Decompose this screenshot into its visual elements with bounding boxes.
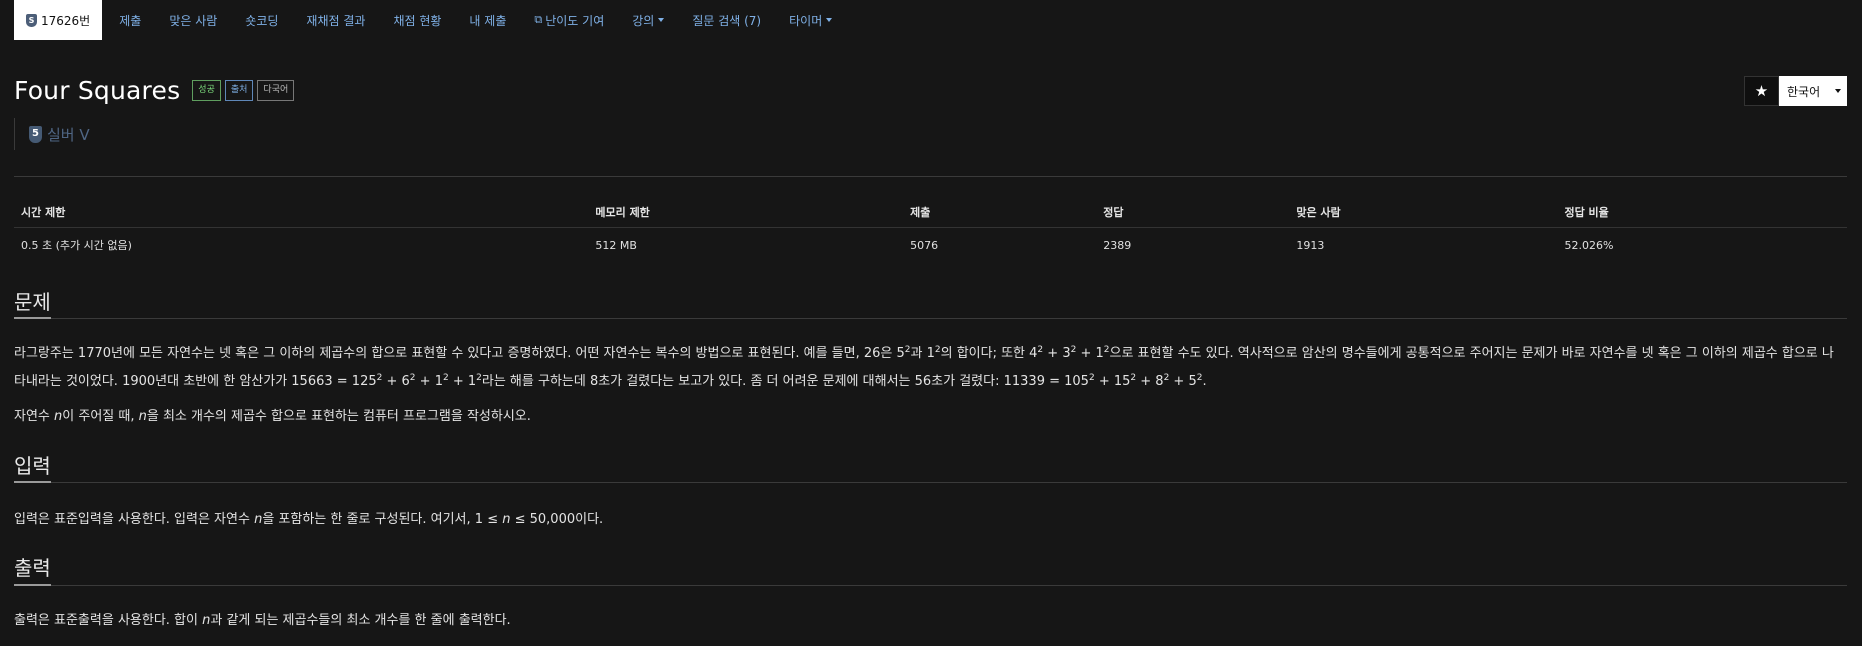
section-heading-problem: 문제 bbox=[14, 290, 51, 314]
nav-difficulty-label: 난이도 기여 bbox=[545, 13, 605, 28]
accept-ratio-value: 52.026% bbox=[1564, 238, 1614, 252]
col-memory-limit: 메모리 제한 bbox=[588, 198, 904, 228]
table-header-row: 시간 제한 메모리 제한 제출 정답 맞은 사람 정답 비율 bbox=[14, 198, 1847, 228]
tier-badge-icon: 5 bbox=[29, 125, 42, 143]
nav-question-search[interactable]: 질문 검색 (7) bbox=[692, 12, 761, 29]
memory-limit-value: 512 MB bbox=[595, 238, 637, 252]
section-heading-input: 입력 bbox=[14, 454, 51, 478]
nav-short-coding[interactable]: 숏코딩 bbox=[245, 12, 278, 29]
text: 과 1 bbox=[910, 346, 935, 361]
section-divider bbox=[14, 318, 1847, 319]
text: 이 주어질 때, bbox=[62, 409, 139, 424]
nav-rejudge-results[interactable]: 재채점 결과 bbox=[306, 12, 365, 29]
nav-solved-users[interactable]: 맞은 사람 bbox=[169, 12, 217, 29]
tier-label: 실버 V bbox=[47, 125, 90, 144]
problem-description: 라그랑주는 1770년에 모든 자연수는 넷 혹은 그 이하의 제곱수의 합으로… bbox=[14, 340, 1844, 396]
label-source[interactable]: 출처 bbox=[224, 80, 254, 101]
section-accent bbox=[14, 317, 51, 319]
section-heading-output: 출력 bbox=[14, 556, 51, 580]
text: . bbox=[1202, 374, 1207, 389]
col-accept-ratio: 정답 비율 bbox=[1557, 198, 1847, 228]
tab-problem[interactable]: S 17626번 bbox=[14, 0, 103, 40]
external-link-icon: ⧉ bbox=[534, 13, 543, 26]
text: + 1 bbox=[415, 374, 443, 389]
top-nav: S 17626번 제출 맞은 사람 숏코딩 재채점 결과 채점 현황 내 제출 … bbox=[0, 0, 1862, 40]
caret-down-icon bbox=[1835, 89, 1842, 93]
section-divider bbox=[14, 585, 1847, 586]
text: 을 포함하는 한 줄로 구성된다. 여기서, 1 ≤ bbox=[262, 512, 503, 527]
nav-timer-dropdown[interactable]: 타이머 bbox=[789, 12, 833, 29]
nav-timer-label: 타이머 bbox=[789, 13, 823, 28]
caret-down-icon bbox=[658, 18, 665, 22]
text: + 5 bbox=[1169, 374, 1197, 389]
label-success: 성공 bbox=[192, 80, 221, 101]
text: 과 같게 되는 제곱수들의 최소 개수를 한 줄에 출력한다. bbox=[210, 613, 511, 628]
nav-submit[interactable]: 제출 bbox=[119, 12, 141, 29]
text: 을 최소 개수의 제곱수 합으로 표현하는 컴퓨터 프로그램을 작성하시오. bbox=[146, 409, 531, 424]
col-accepted: 정답 bbox=[1096, 198, 1290, 228]
caret-down-icon bbox=[826, 18, 833, 22]
language-label: 한국어 bbox=[1787, 84, 1821, 99]
problem-tier: 5 실버 V bbox=[14, 118, 90, 150]
col-submissions: 제출 bbox=[903, 198, 1097, 228]
divider bbox=[14, 176, 1847, 177]
text: 라그랑주는 1770년에 모든 자연수는 넷 혹은 그 이하의 제곱수의 합으로… bbox=[14, 346, 905, 361]
star-icon: ★ bbox=[1754, 82, 1769, 100]
text: 입력은 표준입력을 사용한다. 입력은 자연수 bbox=[14, 512, 255, 527]
text: + 8 bbox=[1136, 374, 1164, 389]
submissions-value: 5076 bbox=[910, 238, 939, 252]
silver-badge-icon: S bbox=[26, 13, 37, 27]
label-multilingual: 다국어 bbox=[257, 80, 295, 101]
section-divider bbox=[14, 482, 1847, 483]
text: 라는 해를 구하는데 8초가 걸렸다는 보고가 있다. 좀 더 어려운 문제에 … bbox=[481, 374, 1089, 389]
text: + 15 bbox=[1094, 374, 1131, 389]
text: ≤ 50,000이다. bbox=[510, 512, 604, 527]
language-controls: ★ 한국어 bbox=[1744, 76, 1847, 106]
math-var: n bbox=[138, 409, 147, 424]
text: + 1 bbox=[448, 374, 477, 389]
text: 출력은 표준출력을 사용한다. 합이 bbox=[14, 613, 203, 628]
solved-users-value: 1913 bbox=[1296, 238, 1325, 252]
problem-info-table: 시간 제한 메모리 제한 제출 정답 맞은 사람 정답 비율 0.5 초 (추가… bbox=[14, 198, 1847, 262]
tab-problem-label: 17626번 bbox=[41, 13, 91, 28]
section-accent bbox=[14, 584, 51, 586]
time-limit-value: 0.5 초 (추가 시간 없음) bbox=[21, 239, 132, 252]
col-solved-users: 맞은 사람 bbox=[1289, 198, 1558, 228]
problem-header: Four Squares 성공 출처 다국어 bbox=[14, 76, 295, 105]
col-time-limit: 시간 제한 bbox=[14, 198, 589, 228]
nav-my-submissions[interactable]: 내 제출 bbox=[469, 12, 506, 29]
text: + 1 bbox=[1076, 346, 1104, 361]
language-select[interactable]: 한국어 bbox=[1779, 76, 1847, 106]
table-row: 0.5 초 (추가 시간 없음) 512 MB 5076 2389 1913 5… bbox=[14, 228, 1847, 263]
text: 의 합이다; 또한 4 bbox=[940, 346, 1038, 361]
text: 자연수 bbox=[14, 409, 55, 424]
favorite-button[interactable]: ★ bbox=[1744, 76, 1779, 106]
page-title: Four Squares bbox=[14, 76, 181, 105]
input-description: 입력은 표준입력을 사용한다. 입력은 자연수 n을 포함하는 한 줄로 구성된… bbox=[14, 506, 1844, 534]
nav-status[interactable]: 채점 현황 bbox=[393, 12, 441, 29]
nav-difficulty-contribution[interactable]: ⧉ 난이도 기여 bbox=[534, 12, 604, 29]
problem-task: 자연수 n이 주어질 때, n을 최소 개수의 제곱수 합으로 표현하는 컴퓨터… bbox=[14, 403, 1844, 431]
nav-lecture-dropdown[interactable]: 강의 bbox=[632, 12, 665, 29]
text: + 6 bbox=[382, 374, 410, 389]
output-description: 출력은 표준출력을 사용한다. 합이 n과 같게 되는 제곱수들의 최소 개수를… bbox=[14, 607, 1844, 635]
nav-lecture-label: 강의 bbox=[632, 13, 655, 28]
text: + 3 bbox=[1043, 346, 1071, 361]
accepted-value: 2389 bbox=[1103, 238, 1132, 252]
section-accent bbox=[14, 481, 51, 483]
